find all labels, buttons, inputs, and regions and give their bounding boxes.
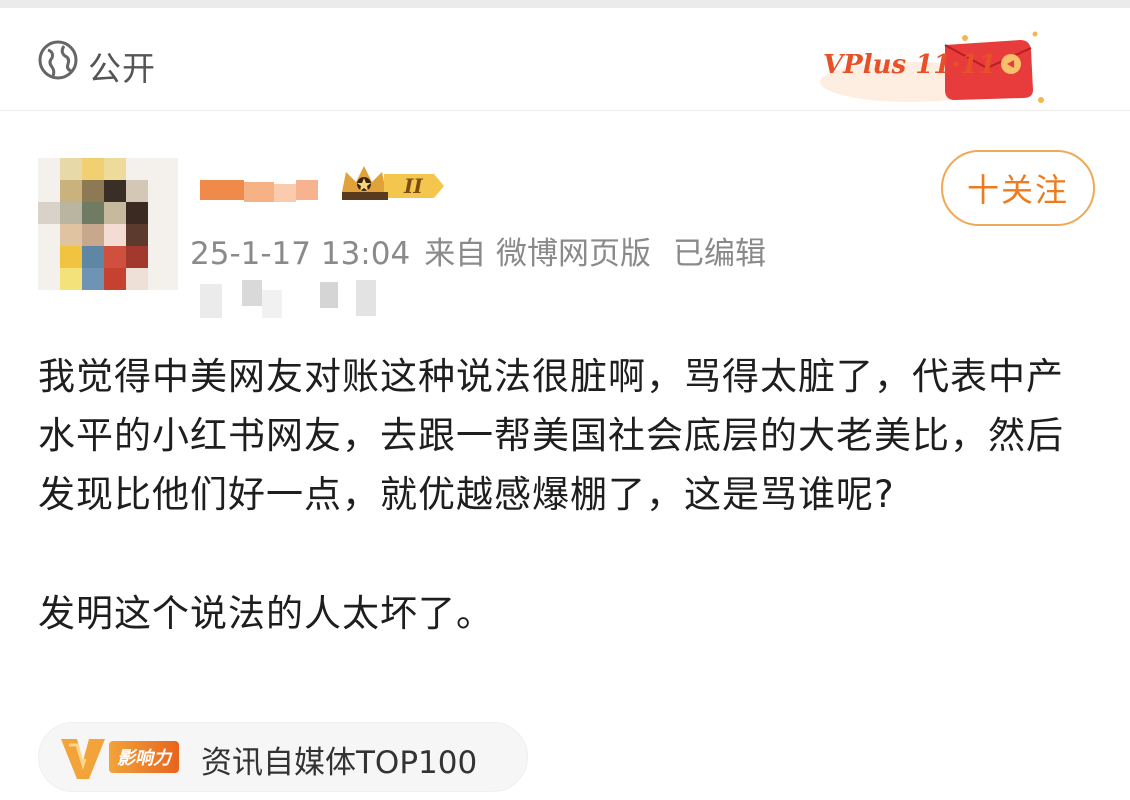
post-timestamp[interactable]: 25-1-17 13:04	[190, 236, 410, 272]
level-badge-text: II	[403, 174, 423, 198]
avatar[interactable]	[38, 158, 178, 290]
post-body: 我觉得中美网友对账这种说法很脏啊，骂得太脏了，代表中产水平的小红书网友，去跟一帮…	[38, 347, 1098, 643]
avatar-mosaic	[38, 158, 178, 290]
post-source: 来自 微博网页版	[424, 236, 652, 272]
vplus-promo-banner[interactable]: VPlus 11·11	[815, 20, 1055, 110]
blurred-info	[200, 280, 376, 318]
influence-badge-label: 影响力	[109, 741, 179, 773]
influence-tag[interactable]: 影响力 资讯自媒体TOP100	[38, 722, 528, 792]
post-paragraph: 发明这个说法的人太坏了。	[38, 592, 494, 635]
promo-text: VPlus 11·11	[823, 50, 997, 80]
globe-icon	[38, 40, 78, 80]
visibility-label[interactable]: 公开	[88, 42, 156, 90]
post-paragraph: 我觉得中美网友对账这种说法很脏啊，骂得太脏了，代表中产水平的小红书网友，去跟一帮…	[38, 355, 1064, 516]
crown-icon: II	[342, 166, 444, 200]
follow-button-label: 十关注	[966, 171, 1069, 209]
influence-text: 资讯自媒体TOP100	[201, 745, 478, 781]
top-strip	[0, 0, 1130, 8]
visibility-header: 公开 VPlus 11·11	[0, 8, 1130, 111]
username-blurred[interactable]	[200, 178, 330, 206]
edited-label[interactable]: 已编辑	[673, 236, 766, 272]
v-influence-icon	[61, 739, 105, 779]
follow-button[interactable]: 十关注	[941, 150, 1095, 226]
post-meta: 25-1-17 13:04 来自 微博网页版 已编辑	[190, 228, 788, 273]
